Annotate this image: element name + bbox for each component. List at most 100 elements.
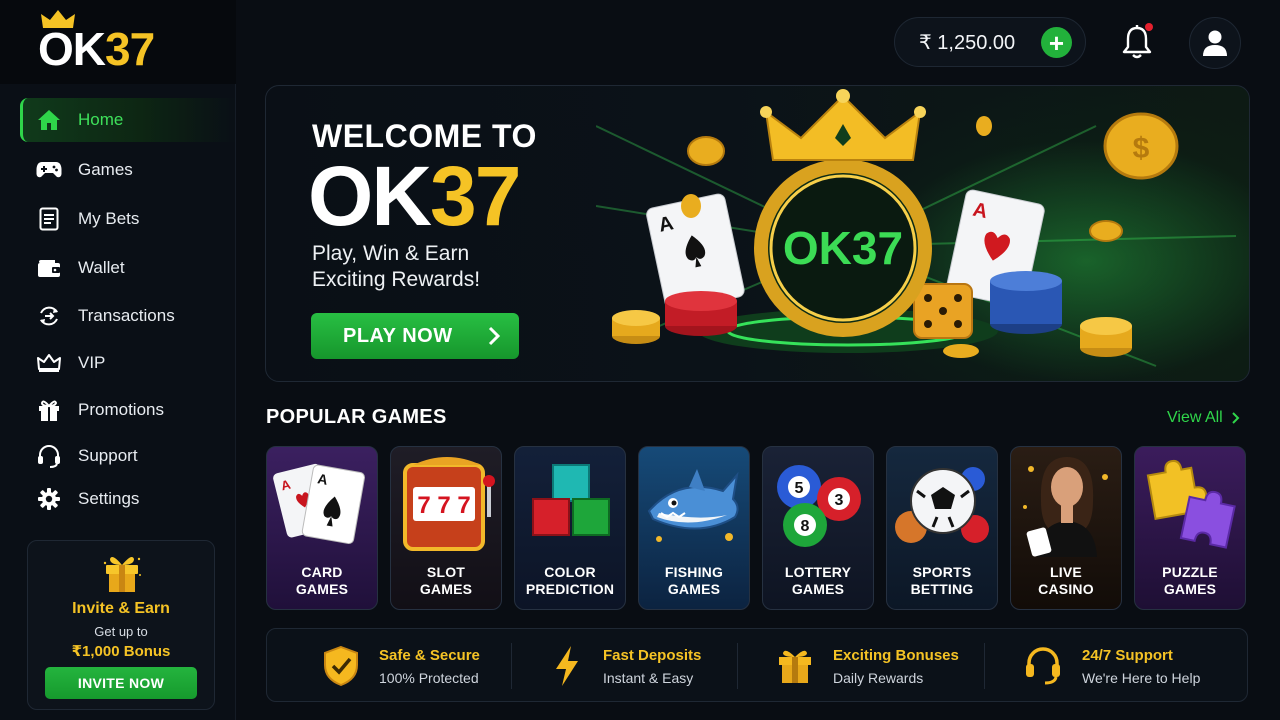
feature-title: Fast Deposits <box>603 647 702 664</box>
sidebar-item-home[interactable]: Home <box>20 98 236 142</box>
feature-subtitle: Daily Rewards <box>833 670 924 686</box>
svg-text:OK37: OK37 <box>783 222 903 274</box>
game-name: LOTTERY GAMES <box>784 564 852 597</box>
play-now-label: PLAY NOW <box>343 324 453 347</box>
hero-banner: WELCOME TO OK37 Play, Win & Earn Excitin… <box>265 85 1250 382</box>
playing-cards-icon: A A <box>273 463 365 545</box>
crown-icon <box>36 350 62 376</box>
feature-subtitle: We're Here to Help <box>1082 670 1201 686</box>
game-card-slot-games[interactable]: 7 7 7 SLOT GAMES <box>390 446 502 610</box>
sidebar-item-label: Games <box>78 160 133 179</box>
svg-text:7: 7 <box>417 492 430 519</box>
sidebar-item-label: Settings <box>78 489 140 508</box>
live-dealer-icon <box>1023 457 1108 557</box>
game-card-sports-betting[interactable]: SPORTS BETTING <box>886 446 998 610</box>
popular-games-title: POPULAR GAMES <box>266 406 447 428</box>
invite-now-button[interactable]: INVITE NOW <box>45 667 197 699</box>
feature-title: Exciting Bonuses <box>833 647 959 664</box>
invite-card: Invite & Earn Get up to ₹1,000 Bonus INV… <box>27 540 215 710</box>
gamepad-icon <box>36 157 62 183</box>
svg-text:7: 7 <box>457 492 470 519</box>
sidebar-item-my-bets[interactable]: My Bets <box>20 197 236 241</box>
sidebar-item-support[interactable]: Support <box>20 434 236 478</box>
shield-check-icon <box>324 645 358 687</box>
divider <box>737 643 738 689</box>
play-now-button[interactable]: PLAY NOW <box>311 313 519 359</box>
notifications-button[interactable] <box>1118 22 1158 62</box>
svg-text:3: 3 <box>835 492 844 509</box>
divider <box>984 643 985 689</box>
svg-text:7: 7 <box>437 492 450 519</box>
sidebar-item-settings[interactable]: Settings <box>20 477 236 521</box>
sidebar: OK37 Home Games My Bets Wallet Transacti… <box>0 0 236 720</box>
sidebar-item-games[interactable]: Games <box>20 148 236 192</box>
game-card-puzzle-games[interactable]: PUZZLE GAMES <box>1134 446 1246 610</box>
game-name: SPORTS BETTING <box>910 564 974 597</box>
game-card-lottery-games[interactable]: 5 3 8 LOTTERY GAMES <box>762 446 874 610</box>
gift-icon <box>779 650 811 683</box>
profile-button[interactable] <box>1189 17 1241 69</box>
invite-subtitle: Get up to <box>94 624 148 639</box>
plus-icon[interactable]: + <box>1041 27 1072 58</box>
sidebar-item-label: VIP <box>78 353 106 372</box>
headset-icon <box>36 443 62 469</box>
balance-amount: ₹ 1,250.00 <box>919 31 1016 54</box>
sidebar-item-label: Promotions <box>78 400 164 419</box>
lightning-icon <box>556 646 578 686</box>
hero-brand: OK37 <box>308 149 521 243</box>
logo[interactable]: OK37 <box>0 0 236 84</box>
invite-title: Invite & Earn <box>72 600 170 617</box>
gear-icon <box>36 486 62 512</box>
sidebar-item-wallet[interactable]: Wallet <box>20 246 236 290</box>
color-cubes-icon <box>532 464 610 536</box>
view-all-link[interactable]: View All <box>1167 409 1240 427</box>
feature-title: 24/7 Support <box>1082 647 1173 664</box>
svg-text:5: 5 <box>795 480 804 497</box>
game-name: PUZZLE GAMES <box>1162 564 1218 597</box>
feature-subtitle: 100% Protected <box>379 670 479 686</box>
headset-icon <box>1026 647 1060 685</box>
sidebar-item-label: Transactions <box>78 306 175 325</box>
game-name: LIVE CASINO <box>1038 564 1094 597</box>
features-strip: Safe & Secure 100% Protected Fast Deposi… <box>266 628 1248 702</box>
hero-artwork: A A OK37 $ <box>596 89 1237 367</box>
divider <box>511 643 512 689</box>
game-name: SLOT GAMES <box>419 564 473 597</box>
logo-text: OK37 <box>38 23 155 75</box>
slot-machine-icon: 7 7 7 <box>403 457 495 551</box>
sidebar-item-label: Wallet <box>78 258 125 277</box>
game-card-fishing-games[interactable]: FISHING GAMES <box>638 446 750 610</box>
sidebar-item-transactions[interactable]: Transactions <box>20 294 236 338</box>
game-name: FISHING GAMES <box>664 564 724 597</box>
view-all-label: View All <box>1167 409 1223 426</box>
hero-tagline: Exciting Rewards! <box>312 268 481 291</box>
user-icon <box>1203 30 1227 56</box>
shark-icon <box>647 469 739 542</box>
invite-bonus: ₹1,000 Bonus <box>71 643 171 660</box>
bets-list-icon <box>36 206 62 232</box>
home-icon <box>36 107 62 133</box>
svg-text:$: $ <box>1133 132 1150 165</box>
wallet-icon <box>36 255 62 281</box>
gift-icon <box>36 397 62 423</box>
soccer-ball-icon <box>895 467 989 543</box>
wallet-balance[interactable]: ₹ 1,250.00 + <box>894 17 1086 67</box>
puzzle-piece-icon <box>1146 459 1236 549</box>
game-card-color-prediction[interactable]: COLOR PREDICTION <box>514 446 626 610</box>
gift-icon <box>103 557 141 592</box>
sidebar-item-vip[interactable]: VIP <box>20 341 236 385</box>
sidebar-item-label: Support <box>78 446 138 465</box>
svg-text:8: 8 <box>801 518 810 535</box>
game-card-live-casino[interactable]: LIVE CASINO <box>1010 446 1122 610</box>
chevron-right-icon <box>1232 412 1240 424</box>
sidebar-item-promotions[interactable]: Promotions <box>20 388 236 432</box>
transactions-icon <box>36 303 62 329</box>
hero-tagline: Play, Win & Earn <box>312 242 470 265</box>
notification-badge <box>1145 23 1153 31</box>
game-card-card-games[interactable]: A A CARD GAMES <box>266 446 378 610</box>
sidebar-item-label: My Bets <box>78 209 140 228</box>
chevron-right-icon <box>488 326 501 346</box>
feature-subtitle: Instant & Easy <box>603 670 694 686</box>
game-name: CARD GAMES <box>295 564 349 597</box>
lottery-balls-icon: 5 3 8 <box>777 465 861 547</box>
